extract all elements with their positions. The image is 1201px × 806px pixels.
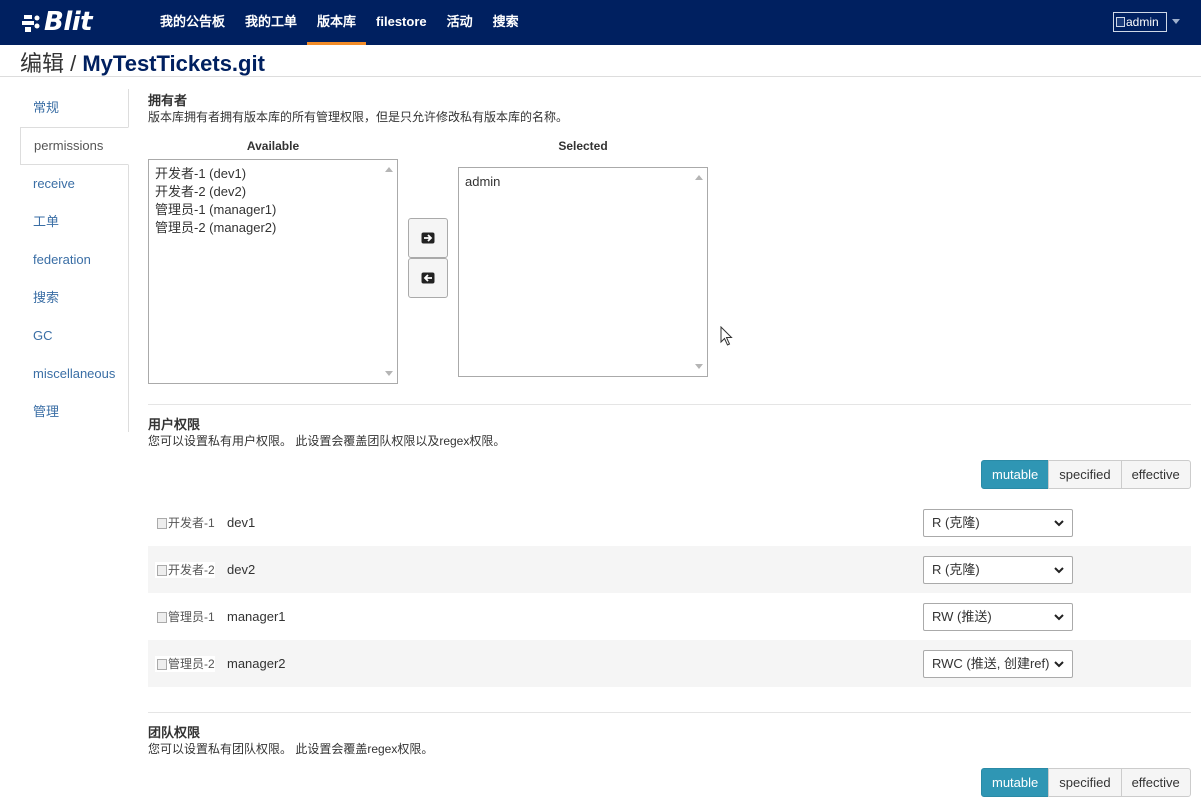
move-right-button[interactable] — [408, 218, 448, 258]
owners-title: 拥有者 — [148, 93, 188, 108]
sidebar-item-permissions[interactable]: permissions — [20, 127, 129, 165]
broken-image-icon — [157, 517, 167, 529]
sidebar-item-miscellaneous[interactable]: miscellaneous — [20, 355, 128, 393]
chevron-down-icon — [1054, 661, 1064, 668]
team-permissions-title: 团队权限 — [148, 725, 201, 740]
permission-select[interactable]: R (克隆) — [923, 556, 1073, 584]
scroll-up-arrow-icon[interactable] — [695, 175, 703, 180]
nav-item-dashboard[interactable]: 我的公告板 — [150, 0, 235, 45]
page-header: 编辑 / MyTestTickets.git — [0, 45, 1201, 77]
brand-name: Blit — [44, 7, 93, 37]
chevron-down-icon — [1054, 614, 1064, 621]
arrow-right-icon — [421, 232, 435, 244]
nav-item-repositories[interactable]: 版本库 — [307, 0, 367, 45]
permission-select[interactable]: R (克隆) — [923, 509, 1073, 537]
list-item[interactable]: 开发者-1 (dev1) — [155, 165, 377, 183]
chevron-down-icon — [1054, 567, 1064, 574]
scrollbar[interactable] — [690, 168, 707, 376]
chevron-down-icon — [1054, 520, 1064, 527]
gitblit-logo-icon — [22, 15, 40, 32]
page-title-prefix: 编辑 / — [20, 51, 83, 76]
username: manager2 — [227, 656, 286, 671]
user-permission-view-toggle: mutable specified effective — [981, 460, 1191, 489]
sidebar-item-search[interactable]: 搜索 — [20, 279, 128, 317]
list-item[interactable]: admin — [465, 173, 687, 191]
table-row: 开发者-2 dev2 R (克隆) — [148, 546, 1191, 593]
user-avatar[interactable]: admin — [1113, 12, 1167, 32]
scroll-down-arrow-icon[interactable] — [695, 364, 703, 369]
username: dev1 — [227, 515, 256, 530]
mouse-pointer-icon — [720, 326, 733, 346]
mode-specified-button[interactable]: specified — [1048, 768, 1122, 797]
sidebar-item-tickets[interactable]: 工单 — [20, 203, 128, 241]
sidebar-item-general[interactable]: 常规 — [20, 89, 128, 127]
username: manager1 — [227, 609, 286, 624]
sidebar-item-federation[interactable]: federation — [20, 241, 128, 279]
user-permissions-section: 用户权限 您可以设置私有用户权限。 此设置会覆盖团队权限以及regex权限。 — [148, 416, 1191, 450]
team-permissions-description: 您可以设置私有团队权限。 此设置会覆盖regex权限。 — [148, 742, 434, 756]
table-row: 管理员-2 manager2 RWC (推送, 创建ref) — [148, 640, 1191, 687]
broken-image-icon — [157, 611, 167, 623]
mode-specified-button[interactable]: specified — [1048, 460, 1122, 489]
team-permission-view-toggle: mutable specified effective — [981, 768, 1191, 797]
avatar: 管理员-1 — [155, 609, 215, 625]
settings-sidebar: 常规 permissions receive 工单 federation 搜索 … — [20, 89, 129, 432]
nav-item-activity[interactable]: 活动 — [437, 0, 483, 45]
mode-mutable-button[interactable]: mutable — [981, 768, 1050, 797]
scroll-up-arrow-icon[interactable] — [385, 167, 393, 172]
scroll-down-arrow-icon[interactable] — [385, 371, 393, 376]
owners-description: 版本库拥有者拥有版本库的所有管理权限，但是只允许修改私有版本库的名称。 — [148, 110, 569, 124]
section-divider — [148, 404, 1191, 405]
mode-effective-button[interactable]: effective — [1120, 460, 1191, 489]
top-navbar: Blit 我的公告板 我的工单 版本库 filestore 活动 搜索 admi… — [0, 0, 1201, 45]
sidebar-item-administration[interactable]: 管理 — [20, 393, 128, 431]
list-item[interactable]: 管理员-2 (manager2) — [155, 219, 377, 237]
user-menu-caret-icon[interactable] — [1172, 19, 1180, 24]
move-left-button[interactable] — [408, 258, 448, 298]
section-divider — [148, 712, 1191, 713]
permission-select[interactable]: RWC (推送, 创建ref) — [923, 650, 1073, 678]
mode-mutable-button[interactable]: mutable — [981, 460, 1050, 489]
broken-image-icon — [157, 658, 167, 670]
team-permissions-section: 团队权限 您可以设置私有团队权限。 此设置会覆盖regex权限。 — [148, 724, 1191, 758]
permission-select[interactable]: RW (推送) — [923, 603, 1073, 631]
available-label: Available — [246, 139, 300, 153]
user-permissions-table: 开发者-1 dev1 R (克隆) 开发者-2 dev2 R (克隆) 管理员-… — [148, 499, 1191, 687]
list-item[interactable]: 开发者-2 (dev2) — [155, 183, 377, 201]
avatar: 开发者-2 — [155, 562, 215, 578]
table-row: 管理员-1 manager1 RW (推送) — [148, 593, 1191, 640]
main-nav: 我的公告板 我的工单 版本库 filestore 活动 搜索 — [150, 0, 529, 45]
page-title-repo: MyTestTickets.git — [82, 51, 265, 76]
nav-item-my-tickets[interactable]: 我的工单 — [235, 0, 307, 45]
selected-owners-list[interactable]: admin — [458, 167, 708, 377]
sidebar-item-gc[interactable]: GC — [20, 317, 128, 355]
available-owners-list[interactable]: 开发者-1 (dev1) 开发者-2 (dev2) 管理员-1 (manager… — [148, 159, 398, 384]
brand-logo[interactable]: Blit — [20, 5, 93, 39]
selected-label: Selected — [558, 139, 608, 153]
user-permissions-description: 您可以设置私有用户权限。 此设置会覆盖团队权限以及regex权限。 — [148, 434, 506, 448]
scrollbar[interactable] — [380, 160, 397, 383]
list-item[interactable]: 管理员-1 (manager1) — [155, 201, 377, 219]
nav-item-search[interactable]: 搜索 — [483, 0, 529, 45]
avatar: 管理员-2 — [155, 656, 215, 672]
username: dev2 — [227, 562, 256, 577]
mode-effective-button[interactable]: effective — [1120, 768, 1191, 797]
broken-image-icon — [157, 564, 167, 576]
avatar: 开发者-1 — [155, 515, 215, 531]
nav-item-filestore[interactable]: filestore — [366, 0, 437, 45]
owners-section: 拥有者 版本库拥有者拥有版本库的所有管理权限，但是只允许修改私有版本库的名称。 — [148, 92, 1191, 126]
page-title: 编辑 / MyTestTickets.git — [20, 46, 265, 78]
sidebar-item-receive[interactable]: receive — [20, 165, 128, 203]
arrow-left-icon — [421, 272, 435, 284]
table-row: 开发者-1 dev1 R (克隆) — [148, 499, 1191, 546]
user-permissions-title: 用户权限 — [148, 417, 201, 432]
broken-image-icon — [1116, 17, 1125, 27]
